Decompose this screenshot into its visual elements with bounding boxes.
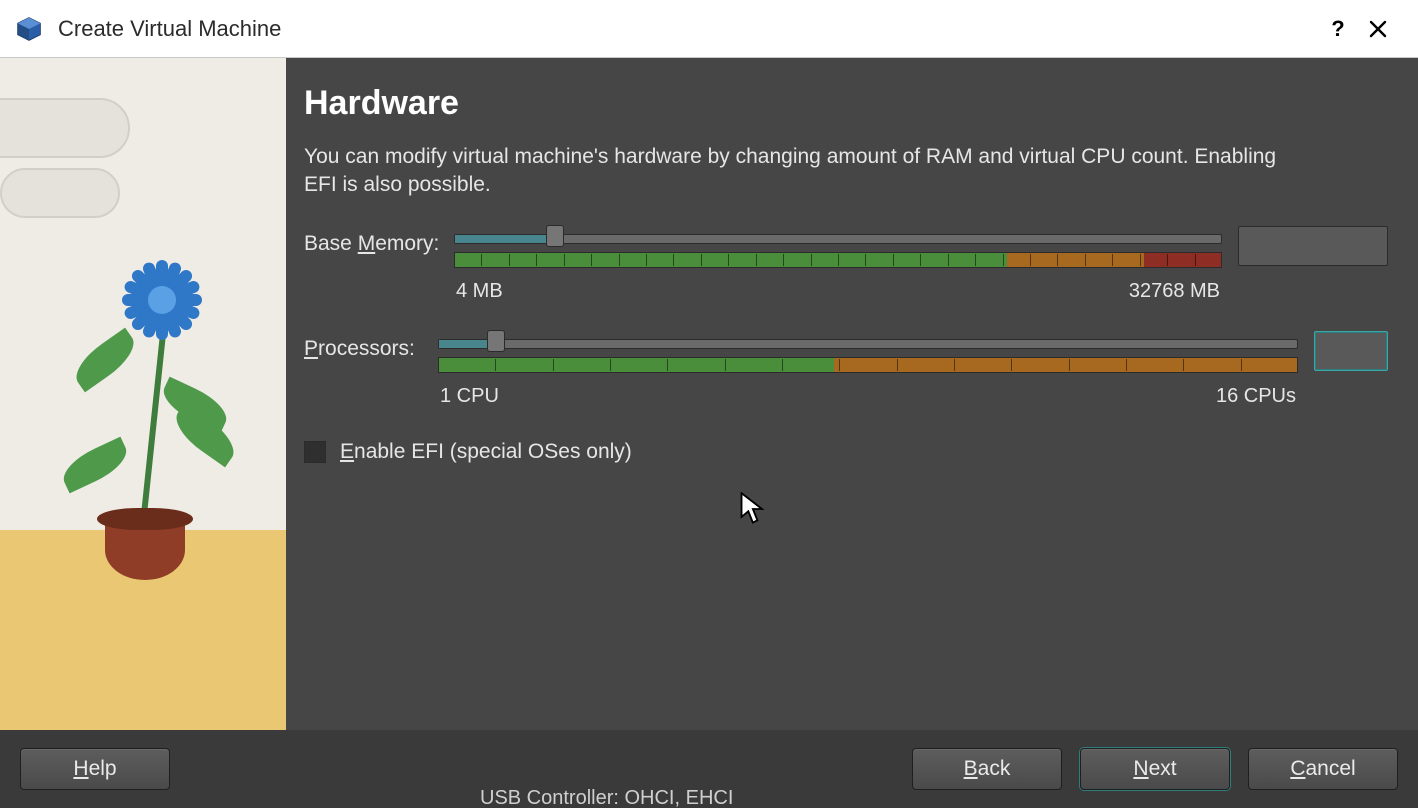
page-heading: Hardware (304, 84, 1388, 123)
next-button[interactable]: Next (1080, 748, 1230, 790)
main-panel: Hardware You can modify virtual machine'… (286, 58, 1418, 730)
peek-text: USB Controller: OHCI, EHCI (480, 787, 733, 810)
memory-slider[interactable] (454, 226, 1222, 252)
memory-max-label: 32768 MB (1129, 280, 1220, 303)
window-title: Create Virtual Machine (58, 16, 281, 42)
processors-min-label: 1 CPU (440, 385, 499, 408)
processors-row: Processors: 1 CPU 16 CPUs (304, 331, 1388, 426)
app-icon (16, 16, 42, 42)
help-titlebar-button[interactable]: ? (1318, 9, 1358, 49)
efi-checkbox-row[interactable]: Enable EFI (special OSes only) (304, 440, 1388, 464)
memory-input[interactable] (1239, 227, 1418, 265)
back-button[interactable]: Back (912, 748, 1062, 790)
sidebar-illustration (0, 58, 286, 730)
memory-min-label: 4 MB (456, 280, 503, 303)
page-description: You can modify virtual machine's hardwar… (304, 143, 1304, 200)
help-button[interactable]: Help (20, 748, 170, 790)
processors-slider[interactable] (438, 331, 1298, 357)
processors-max-label: 16 CPUs (1216, 385, 1296, 408)
processors-label: Processors: (304, 331, 438, 361)
title-bar: Create Virtual Machine ? (0, 0, 1418, 58)
processors-spinbox[interactable]: ▲ ▼ (1314, 331, 1388, 371)
memory-slider-thumb[interactable] (546, 225, 564, 247)
memory-row: Base Memory: 4 MB 32768 MB (304, 226, 1388, 321)
memory-label: Base Memory: (304, 226, 454, 256)
processors-slider-thumb[interactable] (487, 330, 505, 352)
efi-checkbox[interactable] (304, 441, 326, 463)
cancel-button[interactable]: Cancel (1248, 748, 1398, 790)
processors-input[interactable] (1315, 332, 1418, 370)
close-button[interactable] (1358, 9, 1398, 49)
processors-ruler (438, 357, 1298, 379)
memory-ruler (454, 252, 1222, 274)
memory-spinbox[interactable]: MB ▲ ▼ (1238, 226, 1388, 266)
